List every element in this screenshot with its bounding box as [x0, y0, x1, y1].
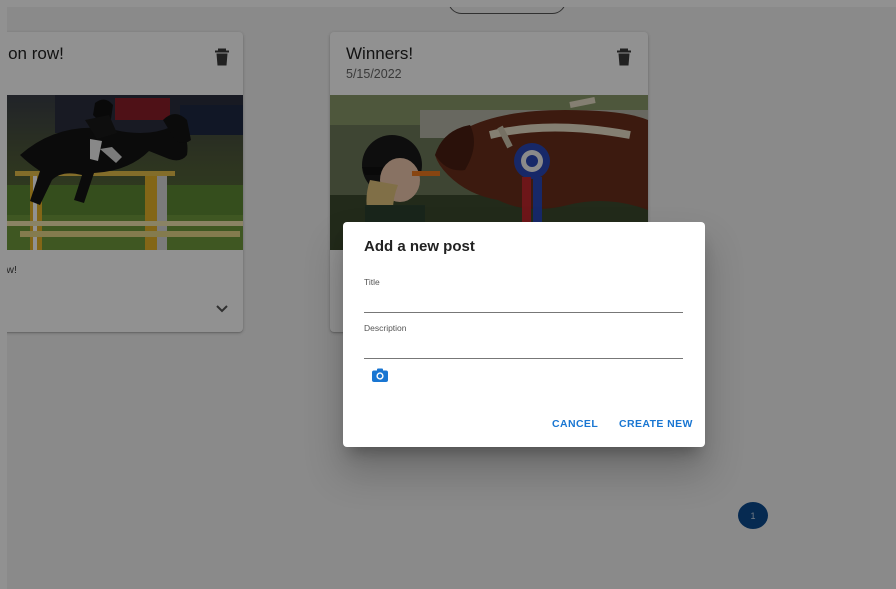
add-post-dialog: Add a new post Title Description CANCEL …: [343, 222, 705, 447]
title-field[interactable]: [364, 295, 683, 313]
dialog-title: Add a new post: [364, 238, 475, 255]
camera-icon[interactable]: [372, 368, 388, 382]
title-field-label: Title: [364, 277, 380, 287]
description-field[interactable]: [364, 341, 683, 359]
cancel-button[interactable]: CANCEL: [552, 418, 598, 430]
description-field-label: Description: [364, 323, 407, 333]
create-new-button[interactable]: CREATE NEW: [619, 418, 693, 430]
